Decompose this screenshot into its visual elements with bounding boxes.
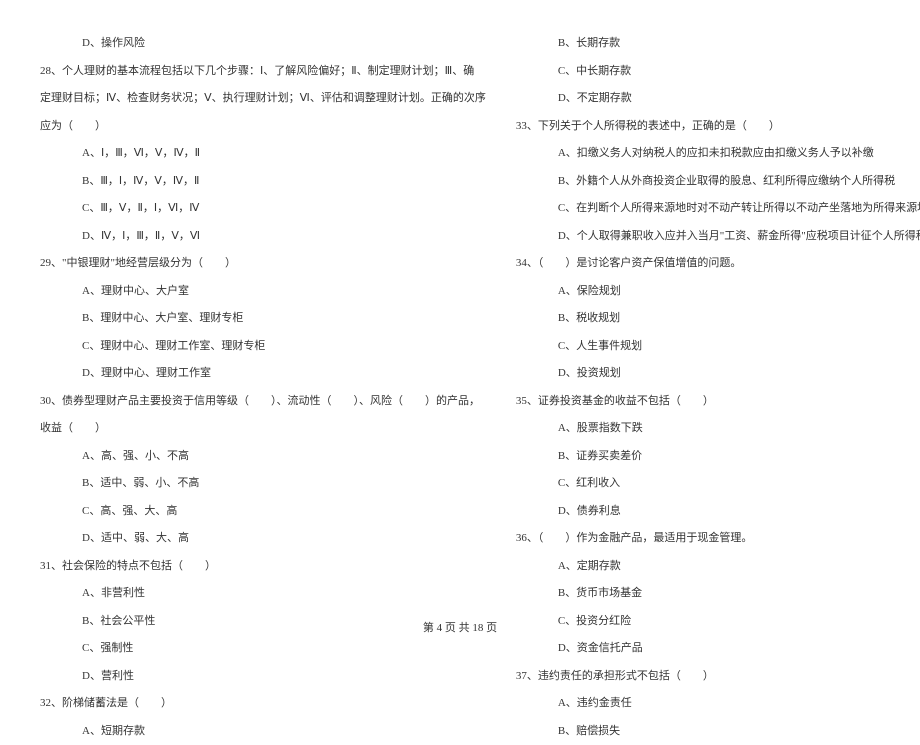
- option-text: D、个人取得兼职收入应并入当月"工资、薪金所得"应税项目计征个人所得税: [516, 223, 920, 251]
- question-text: 收益（ ）: [40, 415, 486, 443]
- option-text: C、人生事件规划: [516, 333, 920, 361]
- option-text: C、高、强、大、高: [40, 498, 486, 526]
- option-text: A、违约金责任: [516, 690, 920, 718]
- option-text: B、税收规划: [516, 305, 920, 333]
- question-text: 28、个人理财的基本流程包括以下几个步骤：Ⅰ、了解风险偏好；Ⅱ、制定理财计划；Ⅲ…: [40, 58, 486, 86]
- option-text: A、定期存款: [516, 553, 920, 581]
- question-text: 30、债券型理财产品主要投资于信用等级（ ）、流动性（ ）、风险（ ）的产品，: [40, 388, 486, 416]
- option-text: A、理财中心、大户室: [40, 278, 486, 306]
- right-column: B、长期存款 C、中长期存款 D、不定期存款 33、下列关于个人所得税的表述中，…: [516, 30, 920, 745]
- option-text: A、保险规划: [516, 278, 920, 306]
- question-text: 31、社会保险的特点不包括（ ）: [40, 553, 486, 581]
- option-text: A、高、强、小、不高: [40, 443, 486, 471]
- option-text: A、股票指数下跌: [516, 415, 920, 443]
- question-text: 34、（ ）是讨论客户资产保值增值的问题。: [516, 250, 920, 278]
- option-text: D、营利性: [40, 663, 486, 691]
- option-text: B、证券买卖差价: [516, 443, 920, 471]
- question-text: 32、阶梯储蓄法是（ ）: [40, 690, 486, 718]
- option-text: B、外籍个人从外商投资企业取得的股息、红利所得应缴纳个人所得税: [516, 168, 920, 196]
- option-text: D、债券利息: [516, 498, 920, 526]
- question-text: 29、"中银理财"地经营层级分为（ ）: [40, 250, 486, 278]
- option-text: D、投资规划: [516, 360, 920, 388]
- option-text: C、在判断个人所得来源地时对不动产转让所得以不动产坐落地为所得来源地: [516, 195, 920, 223]
- option-text: C、理财中心、理财工作室、理财专柜: [40, 333, 486, 361]
- question-text: 37、违约责任的承担形式不包括（ ）: [516, 663, 920, 691]
- option-text: C、强制性: [40, 635, 486, 663]
- option-text: A、扣缴义务人对纳税人的应扣未扣税款应由扣缴义务人予以补缴: [516, 140, 920, 168]
- question-text: 应为（ ）: [40, 113, 486, 141]
- option-text: A、短期存款: [40, 718, 486, 745]
- option-text: B、赔偿损失: [516, 718, 920, 745]
- option-text: B、适中、弱、小、不高: [40, 470, 486, 498]
- option-text: D、操作风险: [40, 30, 486, 58]
- question-text: 36、（ ）作为金融产品，最适用于现金管理。: [516, 525, 920, 553]
- question-text: 35、证券投资基金的收益不包括（ ）: [516, 388, 920, 416]
- left-column: D、操作风险 28、个人理财的基本流程包括以下几个步骤：Ⅰ、了解风险偏好；Ⅱ、制…: [40, 30, 486, 745]
- option-text: D、不定期存款: [516, 85, 920, 113]
- option-text: C、Ⅲ，Ⅴ，Ⅱ，Ⅰ，Ⅵ，Ⅳ: [40, 195, 486, 223]
- option-text: B、货币市场基金: [516, 580, 920, 608]
- question-text: 定理财目标；Ⅳ、检查财务状况；Ⅴ、执行理财计划；Ⅵ、评估和调整理财计划。正确的次…: [40, 85, 486, 113]
- option-text: D、Ⅳ，Ⅰ，Ⅲ，Ⅱ，Ⅴ，Ⅵ: [40, 223, 486, 251]
- option-text: C、中长期存款: [516, 58, 920, 86]
- option-text: D、资金信托产品: [516, 635, 920, 663]
- option-text: B、长期存款: [516, 30, 920, 58]
- option-text: B、理财中心、大户室、理财专柜: [40, 305, 486, 333]
- option-text: D、理财中心、理财工作室: [40, 360, 486, 388]
- option-text: D、适中、弱、大、高: [40, 525, 486, 553]
- option-text: A、非营利性: [40, 580, 486, 608]
- question-text: 33、下列关于个人所得税的表述中，正确的是（ ）: [516, 113, 920, 141]
- option-text: B、Ⅲ，Ⅰ，Ⅳ，Ⅴ，Ⅳ，Ⅱ: [40, 168, 486, 196]
- option-text: A、Ⅰ，Ⅲ，Ⅵ，Ⅴ，Ⅳ，Ⅱ: [40, 140, 486, 168]
- page-footer: 第 4 页 共 18 页: [0, 619, 920, 635]
- option-text: C、红利收入: [516, 470, 920, 498]
